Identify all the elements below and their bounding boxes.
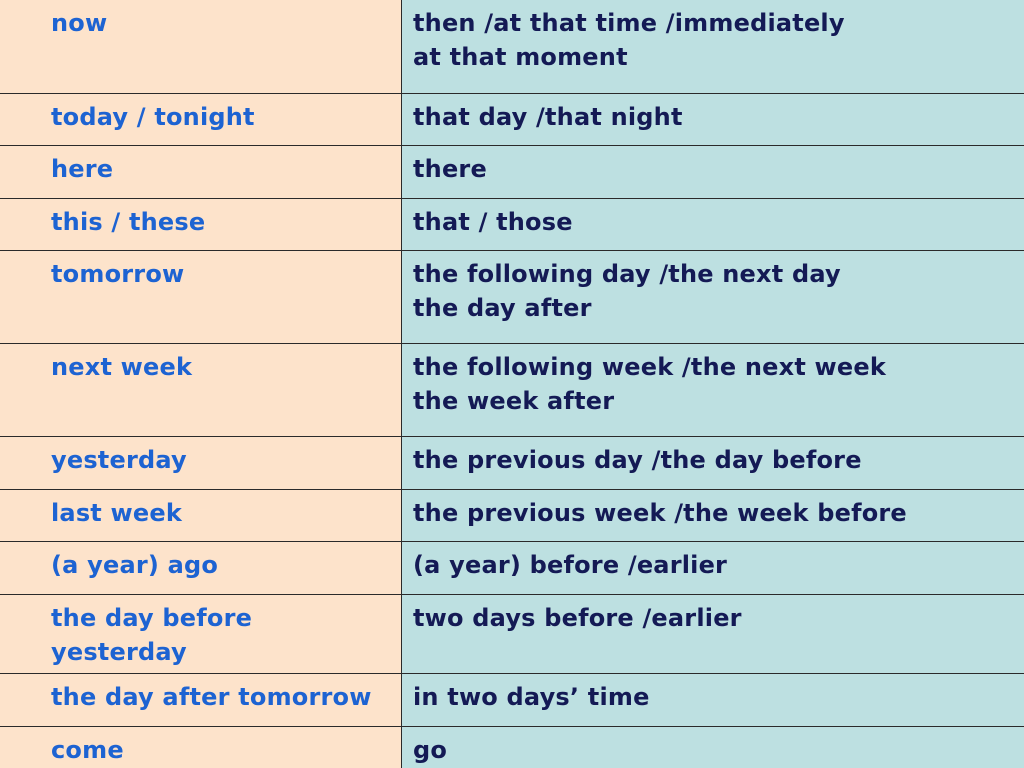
reported-speech-cell: go [401,726,1024,768]
time-expressions-table: now then /at that time /immediately at tha… [0,0,1024,768]
cell-text: now [51,9,108,37]
reported-speech-cell: then /at that time /immediately at that m… [401,0,1024,94]
reported-speech-cell: two days before /earlier [401,594,1024,674]
direct-speech-cell: here [0,145,402,199]
cell-text: go [413,736,448,764]
cell-text: the day after [413,294,592,322]
reported-speech-cell: the previous week /the week before [401,489,1024,542]
cell-text: in two days’ time [413,683,650,711]
reported-speech-cell: the following day /the next day the day a… [401,250,1024,344]
cell-text: last week [51,499,183,527]
cell-text: (a year) ago [51,551,219,579]
direct-speech-cell: yesterday [0,436,402,490]
direct-speech-cell: the day after tomorrow [0,673,402,727]
cell-text: that day /that night [413,103,683,131]
cell-text: the following week /the next week [413,353,887,381]
cell-text: at that moment [413,43,628,71]
table-row: yesterday the previous day /the day befor… [0,436,1024,490]
cell-text: that / those [413,208,573,236]
direct-speech-cell: now [0,0,402,94]
direct-speech-cell: the day before yesterday [0,594,402,674]
cell-text: the week after [413,387,615,415]
reported-speech-cell: (a year) before /earlier [401,541,1024,595]
direct-speech-cell: tomorrow [0,250,402,344]
cell-text: the following day /the next day [413,260,841,288]
cell-text: next week [51,353,193,381]
cell-text: (a year) before /earlier [413,551,728,579]
table-row: tomorrow the following day /the next day t… [0,250,1024,344]
cell-text: come [51,736,124,764]
direct-speech-cell: next week [0,343,402,437]
cell-text: tomorrow [51,260,185,288]
reported-speech-cell: in two days’ time [401,673,1024,727]
cell-text: today / tonight [51,103,255,131]
cell-text: two days before /earlier [413,604,742,632]
cell-text: the day after tomorrow [51,683,372,711]
cell-text: there [413,155,487,183]
table-row: today / tonight that day /that night [0,93,1024,146]
direct-speech-cell: this / these [0,198,402,251]
table-row: the day after tomorrow in two days’ time [0,673,1024,727]
reported-speech-cell: that day /that night [401,93,1024,146]
reported-speech-cell: the following week /the next week the wee… [401,343,1024,437]
cell-text: yesterday [51,638,187,666]
cell-text: the previous week /the week before [413,499,907,527]
reported-speech-cell: that / those [401,198,1024,251]
reported-speech-cell: there [401,145,1024,199]
reported-speech-cell: the previous day /the day before [401,436,1024,490]
cell-text: the day before [51,604,253,632]
table-row: last week the previous week /the week bef… [0,489,1024,542]
cell-text: yesterday [51,446,187,474]
direct-speech-cell: last week [0,489,402,542]
table-row: next week the following week /the next we… [0,343,1024,437]
table-row: the day before yesterday two days before /… [0,594,1024,674]
direct-speech-cell: come [0,726,402,768]
table-row: now then /at that time /immediately at tha… [0,0,1024,94]
table-row: (a year) ago (a year) before /earlier [0,541,1024,595]
direct-speech-cell: today / tonight [0,93,402,146]
direct-speech-cell: (a year) ago [0,541,402,595]
cell-text: here [51,155,114,183]
cell-text: this / these [51,208,206,236]
cell-text: the previous day /the day before [413,446,862,474]
cell-text: then /at that time /immediately [413,9,845,37]
table-row: come go [0,726,1024,768]
table-row: here there [0,145,1024,199]
table-row: this / these that / those [0,198,1024,251]
